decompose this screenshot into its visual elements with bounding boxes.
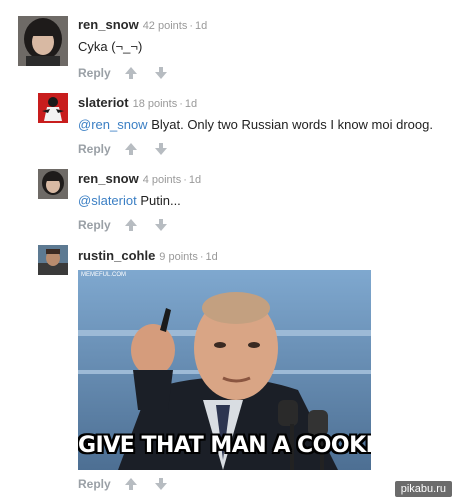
user-mention-link[interactable]: @slateriot [78, 193, 137, 208]
avatar[interactable] [38, 245, 68, 275]
comment-author[interactable]: ren_snow [78, 171, 139, 186]
meme-image[interactable]: MEMEFUL.COM GIVE THAT MAN A COOKIE [78, 270, 371, 470]
arrow-down-icon [155, 143, 167, 155]
comment-body: Cyka (¬_¬) [78, 39, 143, 54]
site-watermark: pikabu.ru [394, 481, 452, 497]
downvote-button[interactable] [152, 217, 170, 233]
comment-age[interactable]: 1d [189, 174, 201, 186]
reply-button[interactable]: Reply [78, 142, 122, 156]
arrow-up-icon [125, 67, 137, 79]
arrow-up-icon [125, 219, 137, 231]
arrow-up-icon [125, 143, 137, 155]
comment-text: Cyka (¬_¬) [78, 38, 142, 55]
reply-button[interactable]: Reply [78, 66, 122, 80]
upvote-button[interactable] [122, 65, 140, 81]
reply-button[interactable]: Reply [78, 477, 122, 491]
meme-caption: GIVE THAT MAN A COOKIE [78, 433, 371, 458]
avatar[interactable] [38, 93, 68, 123]
avatar-image [38, 169, 68, 199]
meta-separator: · [183, 174, 187, 186]
downvote-button[interactable] [152, 141, 170, 157]
upvote-button[interactable] [122, 141, 140, 157]
user-mention-link[interactable]: @ren_snow [78, 117, 148, 132]
comment-author[interactable]: ren_snow [78, 17, 139, 32]
upvote-button[interactable] [122, 476, 140, 492]
reply-button[interactable]: Reply [78, 218, 122, 232]
comment-points: 4 points [142, 174, 182, 186]
comment-age[interactable]: 1d [206, 251, 218, 263]
meta-separator: · [179, 98, 183, 110]
arrow-down-icon [155, 219, 167, 231]
meta-separator: · [199, 251, 204, 263]
avatar-image [38, 93, 68, 123]
downvote-button[interactable] [152, 65, 170, 81]
avatar-image [38, 245, 68, 275]
comment-author[interactable]: rustin_cohle [78, 248, 155, 263]
comment-points: 18 points [132, 98, 178, 110]
avatar[interactable] [18, 16, 68, 66]
arrow-down-icon [155, 478, 167, 490]
arrow-down-icon [155, 67, 167, 79]
comment-text: @ren_snow Blyat. Only two Russian words … [78, 116, 433, 133]
comment-points: 9 points [159, 251, 198, 263]
meta-separator: · [189, 20, 194, 32]
comment-body: Blyat. Only two Russian words I know moi… [147, 117, 433, 132]
downvote-button[interactable] [152, 476, 170, 492]
arrow-up-icon [125, 478, 137, 490]
comment-text: @slateriot Putin... [78, 192, 181, 209]
comment-age[interactable]: 1d [185, 98, 197, 110]
meme-source-label: MEMEFUL.COM [81, 272, 126, 278]
comment-body: Putin... [136, 193, 181, 208]
avatar[interactable] [38, 169, 68, 199]
comment-author[interactable]: slateriot [78, 95, 129, 110]
avatar-image [18, 16, 68, 66]
comment-age[interactable]: 1d [195, 20, 207, 32]
comment-points: 42 points [142, 20, 188, 32]
upvote-button[interactable] [122, 217, 140, 233]
